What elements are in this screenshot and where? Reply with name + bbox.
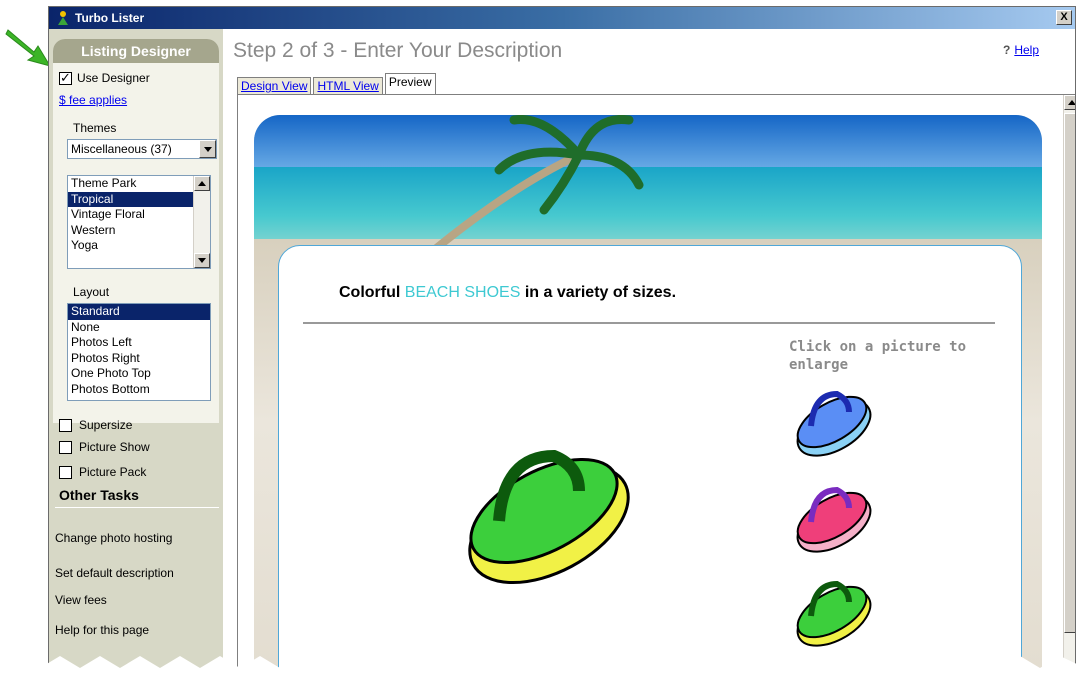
scroll-down-icon[interactable]: [194, 253, 210, 268]
chevron-down-icon[interactable]: [199, 140, 216, 158]
flip-flop-large-icon[interactable]: [459, 436, 639, 596]
view-tabs: Design View HTML View Preview: [237, 73, 438, 95]
tab-preview[interactable]: Preview: [384, 73, 436, 95]
flip-flop-blue-icon[interactable]: [789, 386, 879, 466]
task-help-for-this-page[interactable]: Help for this page: [55, 623, 149, 637]
picture-pack-checkbox[interactable]: [59, 466, 72, 479]
help-link[interactable]: Help: [1014, 43, 1039, 57]
window-title: Turbo Lister: [75, 11, 145, 25]
picture-show-checkbox[interactable]: [59, 441, 72, 454]
themes-select[interactable]: Miscellaneous (37): [67, 139, 217, 159]
preview-scrollbar[interactable]: [1063, 95, 1075, 676]
headline-prefix: Colorful: [339, 284, 401, 301]
description-card: Colorful BEACH SHOES in a variety of siz…: [278, 245, 1022, 676]
palm-tree-icon: [431, 115, 644, 250]
main-content: Step 2 of 3 - Enter Your Description ? He…: [223, 29, 1075, 676]
listing-designer-panel: Listing Designer Use Designer $ fee appl…: [53, 39, 219, 423]
layout-item-photos-bottom[interactable]: Photos Bottom: [68, 382, 210, 398]
left-pane: Listing Designer Use Designer $ fee appl…: [49, 29, 223, 676]
app-icon: [55, 10, 71, 26]
banner-sea: [254, 167, 1042, 249]
help-link-group[interactable]: ? Help: [1003, 43, 1039, 57]
layout-item-photos-right[interactable]: Photos Right: [68, 351, 210, 367]
scroll-up-icon[interactable]: [1064, 95, 1075, 110]
tab-html-view[interactable]: HTML View: [313, 77, 383, 95]
help-icon[interactable]: ?: [1003, 43, 1010, 57]
theme-list-scrollbar[interactable]: [193, 176, 210, 268]
theme-item-western[interactable]: Western: [68, 223, 210, 239]
other-tasks-title: Other Tasks: [59, 487, 139, 503]
flip-flop-pink-icon[interactable]: [789, 482, 879, 562]
layout-item-none[interactable]: None: [68, 320, 210, 336]
scroll-up-icon[interactable]: [194, 176, 210, 191]
theme-item-yoga[interactable]: Yoga: [68, 238, 210, 254]
supersize-checkbox[interactable]: [59, 419, 72, 432]
theme-listbox[interactable]: Theme Park Tropical Vintage Floral Weste…: [67, 175, 211, 269]
use-designer-checkbox[interactable]: [59, 70, 72, 86]
fee-applies-link[interactable]: $ fee applies: [59, 93, 127, 107]
picture-show-label: Picture Show: [79, 440, 150, 454]
theme-item-vintage-floral[interactable]: Vintage Floral: [68, 207, 210, 223]
close-button[interactable]: X: [1056, 10, 1072, 25]
layout-listbox[interactable]: Standard None Photos Left Photos Right O…: [67, 303, 211, 401]
click-hint-text: Click on a picture to enlarge: [789, 339, 967, 373]
tab-design-view[interactable]: Design View: [237, 77, 312, 95]
layout-label: Layout: [73, 285, 110, 299]
title-bar: Turbo Lister X: [49, 7, 1075, 29]
use-designer-label: Use Designer: [77, 71, 150, 85]
themes-label: Themes: [73, 121, 117, 135]
supersize-label: Supersize: [79, 418, 133, 432]
flip-flop-green-icon[interactable]: [789, 576, 879, 656]
divider: [303, 322, 995, 324]
picture-pack-label: Picture Pack: [79, 465, 147, 479]
preview-pane: Colorful BEACH SHOES in a variety of siz…: [237, 95, 1075, 676]
headline-highlight: BEACH SHOES: [404, 284, 521, 301]
listing-headline: Colorful BEACH SHOES in a variety of siz…: [339, 284, 676, 302]
banner-sky: [254, 115, 1042, 173]
theme-item-tropical[interactable]: Tropical: [68, 191, 210, 207]
torn-edge-decoration: [0, 656, 1081, 677]
theme-item-theme-park[interactable]: Theme Park: [68, 176, 210, 192]
task-set-default-description[interactable]: Set default description: [55, 566, 174, 580]
themes-select-value: Miscellaneous (37): [71, 142, 172, 156]
layout-item-standard[interactable]: Standard: [68, 304, 210, 320]
layout-item-photos-left[interactable]: Photos Left: [68, 335, 210, 351]
turbo-lister-window: Turbo Lister X Listing Designer Use Desi…: [48, 6, 1076, 677]
task-change-photo-hosting[interactable]: Change photo hosting: [55, 531, 172, 545]
layout-item-one-photo-top[interactable]: One Photo Top: [68, 366, 210, 382]
listing-designer-header: Listing Designer: [53, 39, 219, 63]
divider: [55, 507, 219, 508]
task-view-fees[interactable]: View fees: [55, 593, 107, 607]
tropical-theme-banner: Colorful BEACH SHOES in a variety of siz…: [254, 115, 1042, 676]
scrollbar-thumb[interactable]: [1064, 113, 1075, 633]
page-title: Step 2 of 3 - Enter Your Description: [233, 39, 563, 62]
headline-suffix: in a variety of sizes.: [524, 284, 677, 301]
